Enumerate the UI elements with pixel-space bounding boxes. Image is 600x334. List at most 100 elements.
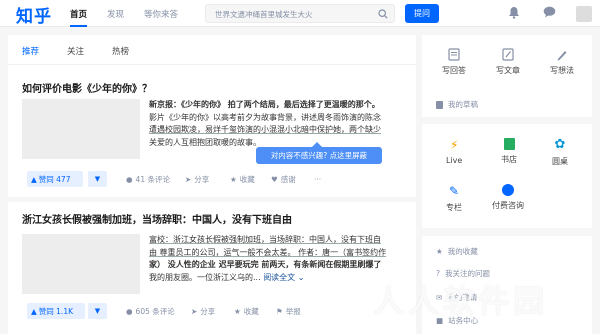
excerpt-line: 新京报：《少年的你》 拍了两个结局，最后选择了更温暖的那个。: [149, 100, 380, 109]
upvote-label: 赞同 477: [38, 174, 71, 184]
excerpt-line: 家） 没人性的企业 迟早要玩完 前两天，有条新闻在假期里刷爆了: [149, 260, 382, 269]
create-card: 写回答 写文章 写想法 我的草稿: [422, 35, 592, 117]
write-answer-label: 写回答: [442, 66, 466, 75]
paid-consult-label: 付费咨询: [492, 201, 524, 210]
favorites-label: 我的收藏: [447, 247, 478, 256]
share-button[interactable]: ➤ 分享: [185, 171, 209, 187]
feed-tabs: 推荐 关注 热榜: [8, 35, 416, 65]
paid-consult-link[interactable]: 付费咨询: [492, 184, 524, 211]
share-button[interactable]: ➤ 分享: [191, 303, 215, 319]
item-excerpt[interactable]: 富校：浙江女孩长假被强制加班，当场辞职：中国人，没有下班自 由 尊重员工的公司，…: [149, 234, 411, 284]
heart-icon: ♥: [271, 174, 278, 184]
downvote-icon: ▼: [94, 175, 101, 183]
answer-icon: [448, 48, 460, 61]
bell-icon[interactable]: [508, 6, 520, 19]
thanks-label: 感谢: [280, 174, 296, 184]
excerpt-line: 由 尊重员工的公司，运气一般不会太差。 作者：唐一（富书签约作: [149, 247, 387, 257]
downvote-button[interactable]: ▼: [88, 171, 107, 187]
comment-icon: ●: [126, 174, 133, 184]
excerpt-line: 富校：浙江女孩长假被强制加班，当场辞职：中国人，没有下班自: [149, 235, 381, 244]
excerpt-tail: 我的朋友圈。一位浙江义乌的...: [149, 272, 261, 282]
upvote-icon: ▲: [31, 174, 37, 184]
nav-home[interactable]: 首页: [70, 8, 88, 27]
column-link[interactable]: ✎ 专栏: [446, 184, 462, 213]
item-title[interactable]: 如何评价电影《少年的你》？: [22, 80, 152, 95]
write-idea-button[interactable]: 写想法: [550, 48, 574, 76]
roundtable-label: 圆桌: [552, 157, 568, 166]
lightning-icon: ⚡: [449, 138, 459, 152]
comments-button[interactable]: ● 41 条评论: [126, 171, 170, 187]
nav-waiting-answers[interactable]: 等你来答: [144, 8, 178, 20]
consult-icon: [502, 184, 514, 196]
watermark: 人人软件园: [373, 284, 548, 320]
search-placeholder: 世界文遗冲绳首里城发生大火: [215, 10, 313, 19]
share-label: 分享: [200, 306, 216, 316]
zhihu-logo[interactable]: 知乎: [16, 2, 52, 27]
upvote-button[interactable]: ▲ 赞同 1.1K: [27, 303, 85, 319]
report-label: 举报: [285, 306, 301, 316]
top-bar: 知乎 首页 发现 等你来答 世界文遗冲绳首里城发生大火 提问: [0, 0, 600, 27]
comments-button[interactable]: ● 605 条评论: [126, 303, 175, 319]
downvote-button[interactable]: ▼: [88, 303, 107, 319]
report-button[interactable]: ⚑ 举报: [276, 303, 301, 319]
search-input[interactable]: 世界文遗冲绳首里城发生大火: [205, 4, 395, 23]
draft-icon: [436, 100, 443, 109]
comments-label: 605 条评论: [135, 306, 175, 316]
live-label: Live: [446, 156, 463, 165]
chevron-down-icon: ⌄: [295, 272, 305, 282]
write-answer-button[interactable]: 写回答: [442, 48, 466, 76]
services-card: ⚡ Live 书店 ✿ 圆桌 ✎ 专栏 付费咨询: [422, 124, 592, 228]
share-icon: ➤: [185, 174, 192, 184]
star-icon: ★: [436, 247, 443, 256]
write-article-label: 写文章: [496, 66, 520, 75]
write-article-button[interactable]: 写文章: [496, 48, 520, 76]
favorite-button[interactable]: ★ 收藏: [230, 171, 255, 187]
share-label: 分享: [194, 174, 210, 184]
more-button[interactable]: ···: [314, 171, 321, 187]
tab-hot[interactable]: 热榜: [112, 45, 129, 57]
column-label: 专栏: [446, 203, 462, 212]
search-icon[interactable]: [378, 9, 388, 19]
roundtable-icon: ✿: [554, 137, 566, 152]
favorite-label: 收藏: [239, 174, 255, 184]
pen-icon: ✎: [448, 184, 460, 198]
write-idea-label: 写想法: [550, 66, 574, 75]
comments-label: 41 条评论: [135, 174, 170, 184]
nav-discover[interactable]: 发现: [107, 8, 124, 20]
tab-recommend[interactable]: 推荐: [22, 45, 39, 57]
excerpt-line: 影片《少年的你》以高考前夕为故事背景，讲述周冬雨饰演的陈念: [149, 112, 381, 122]
item-thumbnail[interactable]: [22, 234, 140, 294]
upvote-icon: ▲: [31, 306, 37, 316]
divider: [8, 197, 416, 202]
book-icon: [503, 138, 515, 150]
flag-icon: ⚑: [276, 306, 283, 316]
drafts-label: 我的草稿: [448, 100, 478, 109]
share-icon: ➤: [191, 306, 198, 316]
excerpt-line: 我的朋友圈。一位浙江义乌的... 阅读全文 ⌄: [149, 272, 411, 285]
item-excerpt[interactable]: 新京报：《少年的你》 拍了两个结局，最后选择了更温暖的那个。 影片《少年的你》以…: [149, 99, 411, 149]
favorites-link[interactable]: ★ 我的收藏: [436, 246, 478, 257]
comment-icon: ●: [126, 306, 133, 316]
star-icon: ★: [230, 174, 237, 184]
live-link[interactable]: ⚡ Live: [446, 138, 462, 165]
item-title[interactable]: 浙江女孩长假被强制加班，当场辞职：中国人，没有下班自由: [22, 211, 292, 226]
avatar[interactable]: [576, 6, 592, 22]
read-more-link[interactable]: 阅读全文: [263, 273, 295, 282]
tab-follow[interactable]: 关注: [67, 45, 84, 57]
thanks-button[interactable]: ♥ 感谢: [271, 171, 296, 187]
star-icon: ★: [234, 306, 241, 316]
favorite-label: 收藏: [243, 306, 259, 316]
bookstore-link[interactable]: 书店: [501, 138, 517, 165]
bookstore-label: 书店: [501, 155, 517, 164]
favorite-button[interactable]: ★ 收藏: [234, 303, 259, 319]
article-icon: [502, 48, 514, 61]
roundtable-link[interactable]: ✿ 圆桌: [552, 138, 568, 167]
block-tooltip[interactable]: 对内容不感兴趣? 点这里屏蔽: [256, 142, 382, 164]
ask-button[interactable]: 提问: [405, 4, 439, 23]
drafts-link[interactable]: 我的草稿: [436, 99, 478, 110]
upvote-label: 赞同 1.1K: [38, 306, 74, 316]
item-thumbnail[interactable]: [22, 99, 140, 159]
feed: 推荐 关注 热榜 如何评价电影《少年的你》？ 新京报：《少年的你》 拍了两个结局…: [8, 35, 416, 334]
upvote-button[interactable]: ▲ 赞同 477: [27, 171, 83, 187]
messages-icon[interactable]: [543, 6, 556, 18]
